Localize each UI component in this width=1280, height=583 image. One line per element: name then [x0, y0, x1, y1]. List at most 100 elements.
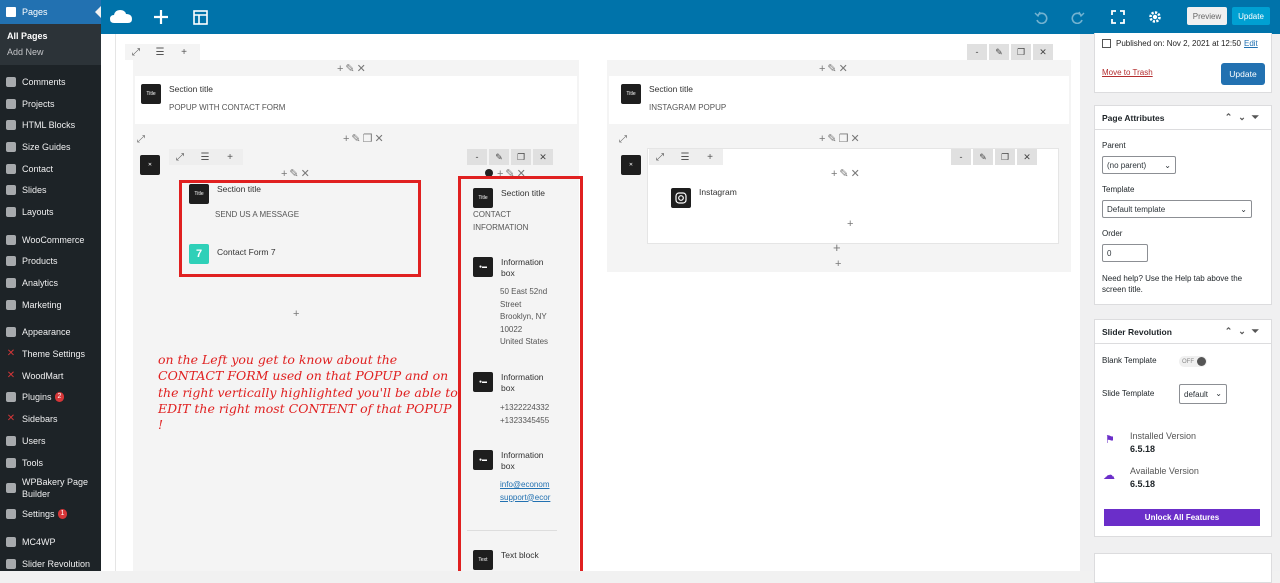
- sidebar-item-pages[interactable]: Pages: [0, 0, 101, 24]
- panel-header: Page Attributes ⌃⌄⏷: [1095, 106, 1271, 130]
- inner-col-controls-icon[interactable]: +✎✕: [831, 167, 862, 180]
- fullscreen-icon[interactable]: [1107, 0, 1129, 34]
- section-title-element[interactable]: Title Section title INSTAGRAM POPUP: [609, 76, 1069, 124]
- column-right: +✎✕ Title Section title INSTAGRAM POPUP …: [607, 60, 1071, 272]
- submenu-all-pages[interactable]: All Pages: [0, 28, 101, 44]
- sidebar-item-appearance[interactable]: Appearance: [0, 322, 101, 344]
- panel-header: Slider Revolution ⌃⌄⏷: [1095, 320, 1271, 344]
- sidebar-item-products[interactable]: Products: [0, 251, 101, 273]
- sidebar-item-html-blocks[interactable]: HTML Blocks: [0, 114, 101, 136]
- add-column-element-icon[interactable]: +: [835, 258, 843, 270]
- add-element-icon[interactable]: [150, 0, 172, 34]
- section-title-element[interactable]: Title Section title POPUP WITH CONTACT F…: [135, 76, 577, 124]
- sidebar-item-woocommerce[interactable]: WooCommerce: [0, 229, 101, 251]
- add-inner-column-icon[interactable]: +: [699, 152, 721, 163]
- layout-inner-icon[interactable]: ☰: [671, 152, 699, 163]
- sidebar-item-layouts[interactable]: Layouts: [0, 201, 101, 223]
- delete-inner-icon[interactable]: ✕: [533, 149, 553, 165]
- sidebar-item-label: Layouts: [22, 206, 54, 217]
- move-inner-row-icon[interactable]: ⤢: [137, 134, 145, 145]
- clone-inner-icon[interactable]: ❐: [995, 149, 1015, 165]
- sidebar-item-contact[interactable]: Contact: [0, 158, 101, 180]
- slider-revolution-panel: Slider Revolution ⌃⌄⏷ Blank Template OFF…: [1094, 319, 1272, 537]
- move-to-trash-link[interactable]: Move to Trash: [1102, 68, 1153, 77]
- edit-date-link[interactable]: Edit: [1244, 39, 1258, 48]
- sidebar-item-analytics[interactable]: Analytics: [0, 272, 101, 294]
- add-element-icon[interactable]: +: [293, 308, 301, 320]
- sidebar-item-woodmart[interactable]: ✕ WoodMart: [0, 365, 101, 387]
- element-label: Instagram: [699, 187, 737, 197]
- collapse-inner-icon[interactable]: -: [951, 149, 971, 165]
- sidebar-item-label: Users: [22, 435, 46, 446]
- template-select[interactable]: Default template ⌄: [1102, 200, 1252, 218]
- sidebar-item-theme-settings[interactable]: ✕ Theme Settings: [0, 343, 101, 365]
- clone-row-icon[interactable]: ❐: [1011, 44, 1031, 60]
- wpbakery-icon: [6, 483, 16, 494]
- panel-title: Page Attributes: [1102, 112, 1165, 123]
- slide-template-select[interactable]: default ⌄: [1179, 384, 1227, 404]
- column-controls-icon[interactable]: +✎✕: [337, 62, 368, 75]
- row-controls-left: ⤢ ☰ +: [125, 44, 200, 60]
- collapse-inner-icon[interactable]: -: [467, 149, 487, 165]
- delete-inner-icon[interactable]: ✕: [1017, 149, 1037, 165]
- order-input[interactable]: 0: [1102, 244, 1148, 262]
- parent-select[interactable]: (no parent) ⌄: [1102, 156, 1176, 174]
- edit-row-icon[interactable]: ✎: [989, 44, 1009, 60]
- sidebar-item-tools[interactable]: Tools: [0, 452, 101, 474]
- move-inner-icon[interactable]: ⤢: [169, 152, 191, 163]
- row-inner-icon: ✕: [140, 155, 160, 175]
- add-element-icon[interactable]: +: [847, 218, 855, 230]
- sidebar-item-slides[interactable]: Slides: [0, 179, 101, 201]
- sidebar-item-wpbakery[interactable]: WPBakery Page Builder: [0, 473, 101, 503]
- move-inner-row-icon[interactable]: ⤢: [619, 134, 627, 145]
- sidebar-item-comments[interactable]: Comments: [0, 71, 101, 93]
- analytics-icon: [6, 278, 16, 289]
- add-inner-column-icon[interactable]: +: [219, 152, 241, 163]
- inner-row-controls-icon[interactable]: +✎❐✕: [819, 132, 862, 145]
- templates-icon[interactable]: [189, 0, 211, 34]
- sidebar-item-sidebars[interactable]: ✕ Sidebars: [0, 408, 101, 430]
- add-column-icon[interactable]: +: [173, 47, 195, 58]
- sidebar-item-mc4wp[interactable]: MC4WP: [0, 531, 101, 553]
- published-date: Published on: Nov 2, 2021 at 12:50: [1116, 39, 1241, 48]
- inner-row-controls-icon[interactable]: +✎❐✕: [343, 132, 386, 145]
- preview-button[interactable]: Preview: [1187, 7, 1227, 25]
- blank-template-toggle[interactable]: OFF: [1179, 356, 1207, 367]
- settings-icon: [6, 509, 16, 520]
- inner-row-controls-left: ⤢ ☰ +: [649, 149, 723, 165]
- unlock-all-features-button[interactable]: Unlock All Features: [1104, 509, 1260, 526]
- slide-template-label: Slide Template: [1102, 389, 1155, 398]
- edit-inner-icon[interactable]: ✎: [489, 149, 509, 165]
- gear-icon[interactable]: [1144, 0, 1166, 34]
- sidebar-item-plugins[interactable]: Plugins 2: [0, 387, 101, 409]
- update-button[interactable]: Update: [1221, 63, 1265, 85]
- sidebar-item-size-guides[interactable]: Size Guides: [0, 136, 101, 158]
- move-row-icon[interactable]: ⤢: [125, 47, 147, 58]
- layout-inner-icon[interactable]: ☰: [191, 152, 219, 163]
- sidebar-item-marketing[interactable]: Marketing: [0, 294, 101, 316]
- sidebar-item-projects[interactable]: Projects: [0, 93, 101, 115]
- size-guides-icon: [6, 141, 16, 152]
- plugins-count-badge: 2: [54, 392, 65, 403]
- submenu-add-new[interactable]: Add New: [0, 44, 101, 60]
- inner-col-left-controls-icon[interactable]: +✎✕: [281, 167, 312, 180]
- instagram-element[interactable]: Instagram: [671, 187, 737, 208]
- update-button[interactable]: Update: [1232, 7, 1270, 25]
- sidebar-item-users[interactable]: Users: [0, 430, 101, 452]
- add-inner-element-icon[interactable]: +: [833, 240, 843, 255]
- sidebar-item-settings[interactable]: Settings 1: [0, 503, 101, 525]
- redo-icon[interactable]: [1067, 0, 1089, 34]
- delete-row-icon[interactable]: ✕: [1033, 44, 1053, 60]
- panel-arrows-icon[interactable]: ⌃⌄⏷: [1225, 112, 1265, 123]
- column-controls-icon[interactable]: +✎✕: [819, 62, 850, 75]
- wpbakery-logo-icon[interactable]: [109, 0, 133, 34]
- collapse-row-icon[interactable]: -: [967, 44, 987, 60]
- edit-inner-icon[interactable]: ✎: [973, 149, 993, 165]
- layout-row-icon[interactable]: ☰: [147, 47, 173, 58]
- panel-arrows-icon[interactable]: ⌃⌄⏷: [1225, 326, 1265, 337]
- undo-icon[interactable]: [1030, 0, 1052, 34]
- move-inner-icon[interactable]: ⤢: [649, 152, 671, 163]
- sidebar-item-slider-revolution[interactable]: Slider Revolution: [0, 553, 101, 571]
- clone-inner-icon[interactable]: ❐: [511, 149, 531, 165]
- title-icon: Title: [141, 84, 161, 104]
